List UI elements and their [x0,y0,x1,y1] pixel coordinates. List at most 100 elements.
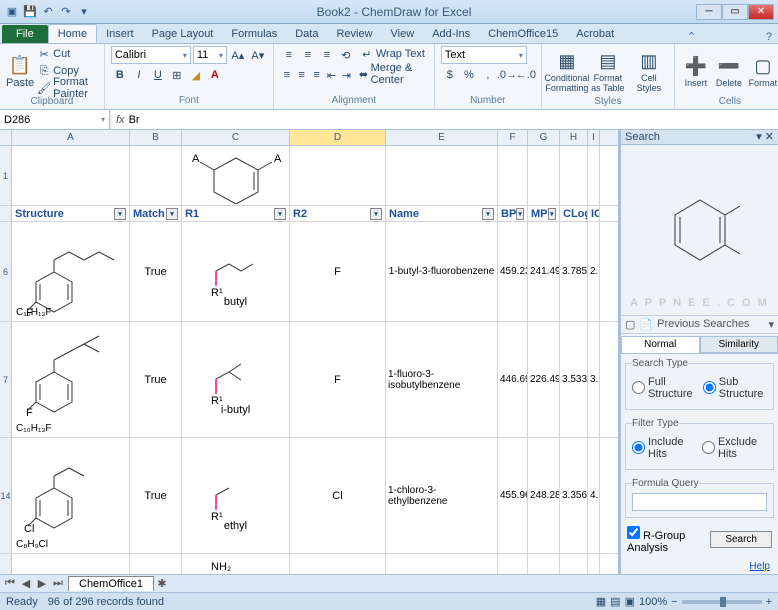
cell[interactable]: 459.233 [498,222,528,321]
align-left-button[interactable]: ≡ [280,66,294,84]
font-name-combo[interactable]: Calibri▾ [111,46,191,64]
indent-inc-button[interactable]: ⇥ [339,66,353,84]
fx-icon[interactable]: fx [116,114,125,126]
tab-pagelayout[interactable]: Page Layout [143,25,223,43]
border-button[interactable]: ⊞ [168,66,186,84]
italic-button[interactable]: I [130,66,148,84]
filter-dropdown-icon[interactable]: ▾ [482,208,494,220]
format-painter-button[interactable]: 🖌Format Painter [37,80,98,96]
prev-searches-dropdown[interactable]: Previous Searches [657,318,749,330]
inc-decimal-button[interactable]: .0→ [498,66,516,84]
cut-button[interactable]: ✂Cut [37,46,98,62]
formula-input[interactable]: Br [129,114,140,126]
cell[interactable] [386,146,498,205]
cell[interactable]: True [130,322,182,437]
cell[interactable]: 3-fluoroaniline [386,554,498,574]
tab-view[interactable]: View [382,25,424,43]
insert-cells-button[interactable]: ➕Insert [681,46,711,96]
minimize-button[interactable]: ─ [696,4,722,20]
cell-styles-button[interactable]: ▥Cell Styles [630,46,668,96]
wrap-text-button[interactable]: ↵Wrap Text [360,46,425,62]
row-header[interactable]: 1 [0,146,12,205]
tab-formulas[interactable]: Formulas [222,25,286,43]
currency-button[interactable]: $ [441,66,459,84]
zoom-level[interactable]: 100% [639,596,667,608]
rgroup-analysis-checkbox[interactable]: R-Group Analysis [627,526,704,554]
cell[interactable]: True [130,438,182,553]
structure-preview[interactable]: A A A P P N E E . C O M [621,145,778,316]
cell[interactable]: 241.49 [528,222,560,321]
filter-dropdown-icon[interactable]: ▾ [548,208,557,220]
dec-decimal-button[interactable]: ←.0 [517,66,535,84]
column-header-Structure[interactable]: Structure▾ [12,206,130,221]
paste-button[interactable]: 📋 Paste [6,46,34,96]
cell[interactable]: Cl [290,438,386,553]
radio-exclude-hits[interactable]: Exclude Hits [702,436,767,460]
filter-dropdown-icon[interactable]: ▾ [114,208,126,220]
orientation-button[interactable]: ⟲ [337,46,355,64]
align-middle-button[interactable]: ≡ [299,46,317,64]
tab-acrobat[interactable]: Acrobat [567,25,623,43]
zoom-out-button[interactable]: − [671,596,677,608]
column-header-MP[interactable]: MP▾ [528,206,560,221]
cell[interactable]: 2.56 [588,222,600,321]
cell[interactable]: F [290,222,386,321]
underline-button[interactable]: U [149,66,167,84]
filter-dropdown-icon[interactable]: ▾ [274,208,286,220]
column-header-R2[interactable]: R2▾ [290,206,386,221]
indent-dec-button[interactable]: ⇤ [325,66,339,84]
col-header-E[interactable]: E [386,130,498,145]
percent-button[interactable]: % [460,66,478,84]
formula-query-input[interactable] [632,493,767,511]
new-sheet-button[interactable]: ✱ [154,577,170,590]
filter-dropdown-icon[interactable]: ▾ [166,208,178,220]
tab-chemoffice[interactable]: ChemOffice15 [479,25,567,43]
column-header-CLogP[interactable]: CLogP▾ [560,206,588,221]
sheet-nav-next[interactable]: ▶ [34,577,50,590]
align-right-button[interactable]: ≡ [310,66,324,84]
col-header-I[interactable]: I [588,130,600,145]
maximize-button[interactable]: ▭ [722,4,748,20]
cell[interactable]: 4.27 [588,554,600,574]
cell[interactable]: R¹i-butyl [182,322,290,437]
cell[interactable]: 279.67 [528,554,560,574]
shrink-font-button[interactable]: A▾ [249,46,267,64]
cell[interactable]: Cl C₈H₉Cl [12,438,130,553]
col-header-F[interactable]: F [498,130,528,145]
cell[interactable]: 248.28 [528,438,560,553]
cell[interactable]: 1-chloro-3-ethylbenzene [386,438,498,553]
column-header-R1[interactable]: R1▾ [182,206,290,221]
cell[interactable]: 452.392 [498,554,528,574]
cell[interactable] [588,146,600,205]
cell[interactable]: 455.966 [498,438,528,553]
cell[interactable]: 3.785 [560,222,588,321]
comma-button[interactable]: , [479,66,497,84]
format-as-table-button[interactable]: ▤Format as Table [589,46,627,96]
conditional-formatting-button[interactable]: ▦Conditional Formatting [548,46,586,96]
redo-icon[interactable]: ↷ [58,4,74,20]
font-size-combo[interactable]: 11▾ [193,46,227,64]
column-header-IC5[interactable]: IC5▾ [588,206,600,221]
qat-dropdown-icon[interactable]: ▾ [76,4,92,20]
col-header-D[interactable]: D [290,130,386,145]
cell[interactable]: 226.49 [528,322,560,437]
cell[interactable]: 1-fluoro-3-isobutylbenzene [386,322,498,437]
row-header[interactable]: 14 [0,438,12,553]
view-layout-icon[interactable]: ▤ [610,595,620,608]
cell[interactable]: F [290,322,386,437]
tab-insert[interactable]: Insert [97,25,143,43]
cell[interactable] [498,146,528,205]
cell[interactable]: True [130,554,182,574]
col-header-H[interactable]: H [560,130,588,145]
cell[interactable]: F C₁₀H₁₃F [12,222,130,321]
help-link[interactable]: Help [749,561,770,572]
cell[interactable]: 1.3 [560,554,588,574]
format-cells-button[interactable]: ▢Format [747,46,778,96]
tab-addins[interactable]: Add-Ins [423,25,479,43]
sheet-tab[interactable]: ChemOffice1 [68,576,154,591]
tab-data[interactable]: Data [286,25,327,43]
font-color-button[interactable]: A [206,66,224,84]
fill-color-button[interactable]: ◢ [187,66,205,84]
row-header[interactable]: 7 [0,322,12,437]
tab-home[interactable]: Home [48,24,97,43]
